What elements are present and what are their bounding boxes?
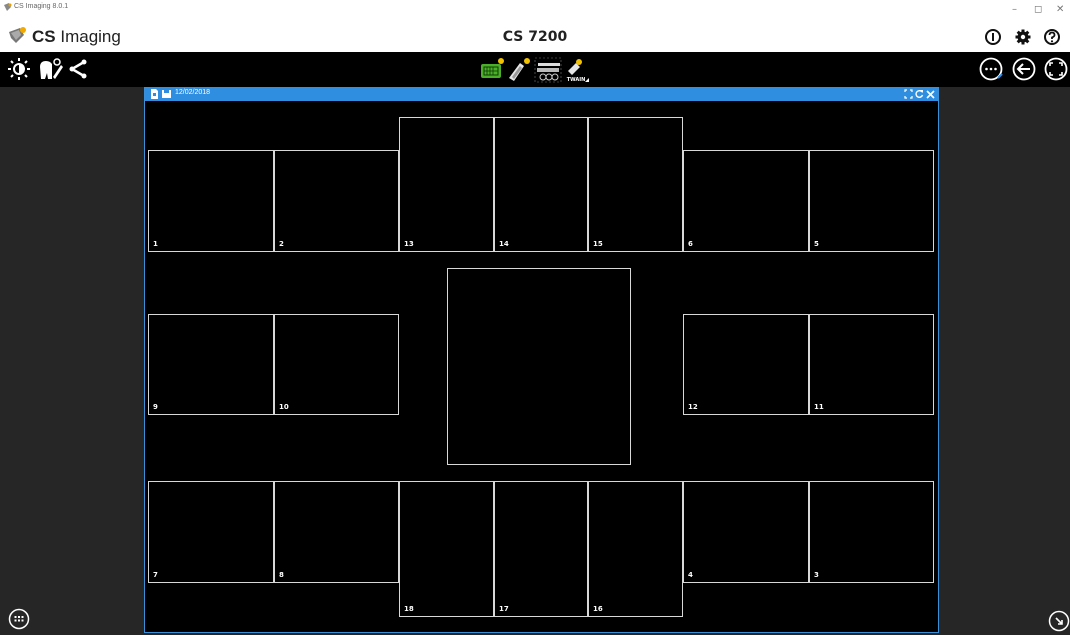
expand-corner-icon[interactable]	[1048, 610, 1070, 632]
tooth-tool-icon[interactable]	[36, 55, 64, 83]
twain-icon[interactable]: TWAIN	[562, 55, 590, 83]
gear-icon[interactable]	[1014, 28, 1032, 46]
device-name: CS 7200	[502, 29, 568, 45]
xray-slot-10[interactable]: 10	[274, 314, 399, 415]
restore-window-icon[interactable]	[904, 89, 913, 99]
minimize-button[interactable]: –	[1012, 4, 1017, 15]
intraoral-camera-icon[interactable]	[506, 55, 534, 83]
save-icon[interactable]	[162, 89, 171, 99]
share-icon[interactable]	[64, 55, 92, 83]
close-template-icon[interactable]	[926, 89, 935, 99]
sensor-acquisition-icon[interactable]	[478, 55, 506, 83]
maximize-button[interactable]: ◻	[1034, 4, 1042, 15]
app-small-logo-icon	[4, 3, 12, 11]
xray-slot-panoramic[interactable]	[447, 268, 631, 465]
slot-number: 16	[593, 605, 603, 613]
slot-number: 11	[814, 403, 824, 411]
xray-slot-14[interactable]: 14	[494, 117, 588, 252]
more-options-icon[interactable]	[978, 56, 1004, 82]
slot-number: 1	[153, 240, 158, 248]
xray-slot-3[interactable]: 3	[809, 481, 934, 583]
slot-number: 4	[688, 571, 693, 579]
slot-number: 13	[404, 240, 414, 248]
xray-window-header: 12/02/2018	[145, 88, 938, 101]
xray-slot-17[interactable]: 17	[494, 481, 588, 617]
slot-number: 12	[688, 403, 698, 411]
xray-slot-15[interactable]: 15	[588, 117, 683, 252]
slot-number: 10	[279, 403, 289, 411]
slot-number: 5	[814, 240, 819, 248]
slot-number: 8	[279, 571, 284, 579]
slot-number: 2	[279, 240, 284, 248]
info-icon[interactable]	[984, 28, 1002, 46]
apps-grid-icon[interactable]	[8, 608, 30, 630]
xray-slot-4[interactable]: 4	[683, 481, 809, 583]
xray-slot-11[interactable]: 11	[809, 314, 934, 415]
brightness-icon[interactable]	[5, 55, 33, 83]
xray-slot-6[interactable]: 6	[683, 150, 809, 252]
xray-slot-16[interactable]: 16	[588, 481, 683, 617]
xray-slot-9[interactable]: 9	[148, 314, 274, 415]
document-icon[interactable]	[150, 89, 159, 99]
close-button[interactable]: ✕	[1056, 4, 1064, 15]
back-arrow-icon[interactable]	[1011, 56, 1037, 82]
exam-date: 12/02/2018	[175, 89, 211, 96]
main-toolbar: TWAIN	[0, 52, 1070, 87]
slot-number: 3	[814, 571, 819, 579]
xray-slot-1[interactable]: 1	[148, 150, 274, 252]
fullscreen-icon[interactable]	[1043, 56, 1069, 82]
slot-number: 9	[153, 403, 158, 411]
slot-number: 15	[593, 240, 603, 248]
window-title: CS Imaging 8.0.1	[14, 3, 69, 10]
slot-number: 17	[499, 605, 509, 613]
xray-slot-12[interactable]: 12	[683, 314, 809, 415]
xray-slot-7[interactable]: 7	[148, 481, 274, 583]
xray-slot-2[interactable]: 2	[274, 150, 399, 252]
twain-label: TWAIN	[567, 77, 586, 83]
xray-slot-13[interactable]: 13	[399, 117, 494, 252]
cephalometric-icon[interactable]	[534, 55, 562, 83]
title-bar: CS Imaging 8.0.1 – ◻ ✕ CS Imaging CS 720…	[0, 0, 1070, 52]
slot-number: 7	[153, 571, 158, 579]
help-icon[interactable]	[1043, 28, 1061, 46]
slot-number: 14	[499, 240, 509, 248]
xray-slot-5[interactable]: 5	[809, 150, 934, 252]
xray-slot-18[interactable]: 18	[399, 481, 494, 617]
slot-number: 18	[404, 605, 414, 613]
refresh-icon[interactable]	[915, 89, 924, 99]
slot-number: 6	[688, 240, 693, 248]
xray-slot-8[interactable]: 8	[274, 481, 399, 583]
